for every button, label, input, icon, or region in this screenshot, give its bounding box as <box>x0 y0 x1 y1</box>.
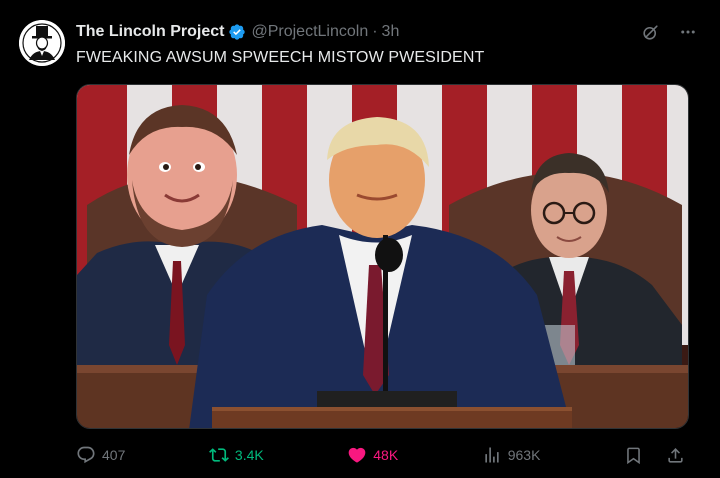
photo-illustration <box>77 85 688 428</box>
heart-filled-icon <box>348 447 366 463</box>
like-button[interactable]: 48K <box>347 445 398 465</box>
more-options-icon[interactable] <box>678 22 698 42</box>
verified-badge-icon <box>228 23 246 41</box>
reply-count: 407 <box>102 447 126 463</box>
secondary-actions <box>624 445 686 465</box>
tweet-text: FWEAKING AWSUM SPWEECH MISTOW PWESIDENT <box>76 49 485 66</box>
repost-icon <box>208 448 229 462</box>
tweet-timestamp[interactable]: 3h <box>382 23 400 41</box>
bookmark-button[interactable] <box>624 445 644 465</box>
analytics-icon <box>485 447 499 463</box>
author-name[interactable]: The Lincoln Project <box>76 23 224 41</box>
reply-icon <box>77 446 95 464</box>
share-icon <box>668 447 684 463</box>
like-count: 48K <box>373 447 399 463</box>
tweet-header: The Lincoln Project @ProjectLincoln · 3h <box>76 22 399 42</box>
view-count: 963K <box>507 447 541 463</box>
avatar[interactable] <box>19 20 65 66</box>
tweet-media-photo[interactable] <box>76 84 689 429</box>
reply-button[interactable]: 407 <box>76 445 125 465</box>
separator-dot: · <box>372 23 378 40</box>
views-button[interactable]: 963K <box>482 445 541 465</box>
bookmark-icon <box>627 447 641 464</box>
share-button[interactable] <box>666 445 686 465</box>
author-handle[interactable]: @ProjectLincoln <box>251 23 368 41</box>
grok-icon[interactable] <box>640 22 660 42</box>
lincoln-portrait-icon <box>19 20 65 66</box>
repost-count: 3.4K <box>234 447 264 463</box>
tweet-top-actions <box>640 22 698 42</box>
repost-button[interactable]: 3.4K <box>208 445 264 465</box>
tweet-action-bar: 407 3.4K 48K 963K <box>76 442 686 468</box>
